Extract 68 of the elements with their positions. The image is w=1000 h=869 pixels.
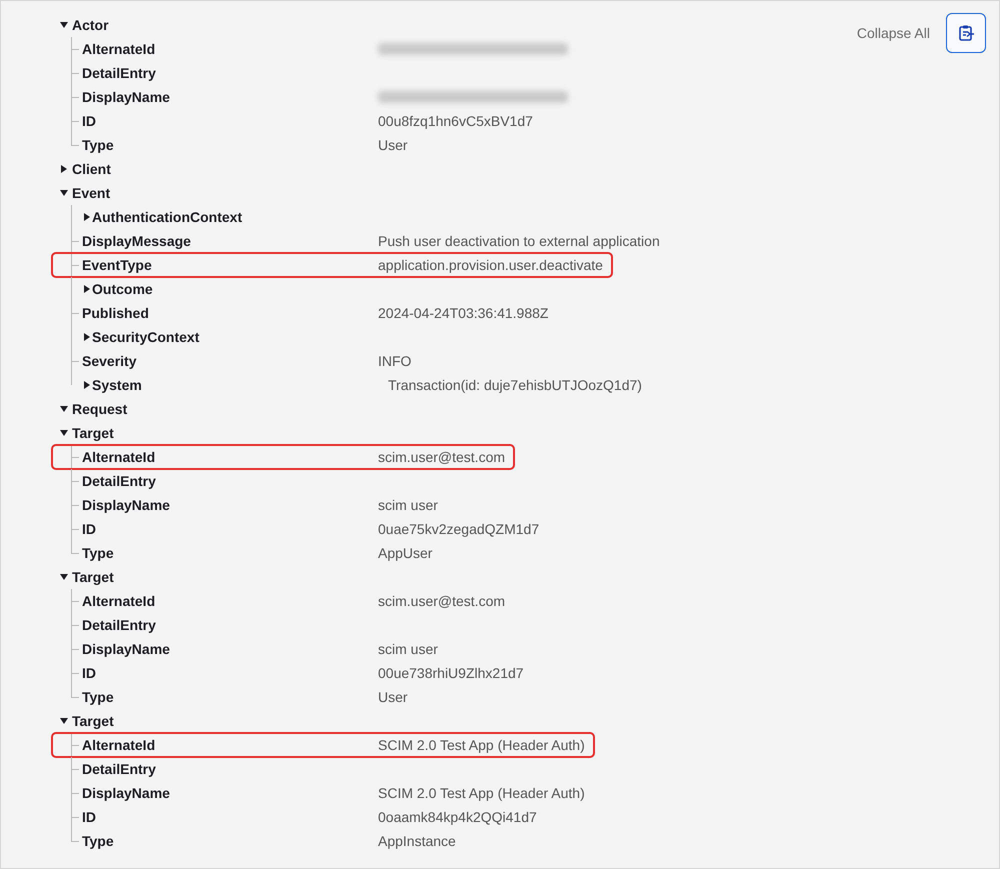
caret-down-icon[interactable] [59,428,69,438]
field-name: Type [82,137,115,153]
field-name: Type [82,545,115,561]
field-value: scim.user@test.com [378,449,506,465]
field-value: application.provision.user.deactivate [378,257,603,273]
caret-down-icon[interactable] [59,188,69,198]
field-name: DisplayName [82,641,171,657]
field-name[interactable]: Event [72,185,378,201]
field-name: DisplayName [82,785,171,801]
field-name[interactable]: Target [72,425,378,441]
caret-down-icon[interactable] [59,20,69,30]
field-value: scim user [378,497,438,513]
field-name[interactable]: Actor [72,17,378,33]
field-name: Published [82,305,150,321]
caret-down-icon[interactable] [59,716,69,726]
field-name[interactable]: Client [72,161,378,177]
field-name: ID [82,665,97,681]
caret-down-icon[interactable] [59,404,69,414]
field-name[interactable]: Outcome [92,281,388,297]
caret-right-icon[interactable] [82,212,92,222]
field-value: scim user [378,641,438,657]
field-value: 0oaamk84kp4k2QQi41d7 [378,809,537,825]
field-value: scim.user@test.com [378,593,506,609]
caret-right-icon[interactable] [82,332,92,342]
field-value: 00ue738rhiU9Zlhx21d7 [378,665,524,681]
field-name[interactable]: AuthenticationContext [92,209,388,225]
field-name: DetailEntry [82,473,157,489]
field-value: Push user deactivation to external application [378,233,660,249]
field-name: AlternateId [82,737,156,753]
field-name: DisplayMessage [82,233,192,249]
field-name[interactable]: System [92,377,388,393]
field-name[interactable]: Target [72,569,378,585]
field-name: Type [82,689,115,705]
field-value: SCIM 2.0 Test App (Header Auth) [378,785,585,801]
field-name: ID [82,809,97,825]
field-name: AlternateId [82,449,156,465]
field-name: DisplayName [82,89,171,105]
field-name: Severity [82,353,138,369]
field-value: Transaction(id: duje7ehisbUTJOozQ1d7) [388,377,642,393]
field-name: Type [82,833,115,849]
field-value: AppInstance [378,833,456,849]
caret-right-icon[interactable] [59,164,69,174]
field-name: ID [82,521,97,537]
field-name: DetailEntry [82,65,157,81]
field-value: 0uae75kv2zegadQZM1d7 [378,521,540,537]
field-name[interactable]: SecurityContext [92,329,388,345]
caret-right-icon[interactable] [82,284,92,294]
field-value: User [378,137,408,153]
field-name[interactable]: Request [72,401,378,417]
collapse-all-link[interactable]: Collapse All [856,25,930,41]
field-name: AlternateId [82,593,156,609]
field-name[interactable]: Target [72,713,378,729]
field-name: AlternateId [82,41,156,57]
field-value: 00u8fzq1hn6vC5xBV1d7 [378,113,533,129]
clipboard-button[interactable] [946,13,986,53]
field-name: DetailEntry [82,617,157,633]
field-value: User [378,689,408,705]
field-name: DetailEntry [82,761,157,777]
caret-right-icon[interactable] [82,380,92,390]
field-value: AppUser [378,545,432,561]
field-value: 2024-04-24T03:36:41.988Z [378,305,548,321]
caret-down-icon[interactable] [59,572,69,582]
field-name: DisplayName [82,497,171,513]
field-name: EventType [82,257,153,273]
clipboard-icon [957,24,975,42]
field-value: SCIM 2.0 Test App (Header Auth) [378,737,585,753]
field-name: ID [82,113,97,129]
field-value: INFO [378,353,412,369]
